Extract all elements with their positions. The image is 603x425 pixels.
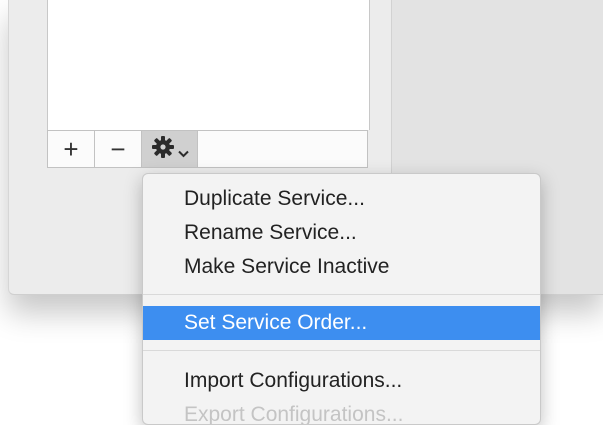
menu-item-export-configurations: Export Configurations...: [184, 403, 404, 425]
menu-separator: [143, 294, 540, 295]
remove-service-button[interactable]: −: [95, 131, 142, 167]
service-list-toolbar: + −: [47, 130, 368, 168]
service-actions-button[interactable]: [142, 131, 198, 167]
menu-item-set-service-order[interactable]: Set Service Order...: [143, 306, 540, 340]
menu-item-rename-service[interactable]: Rename Service...: [143, 216, 540, 250]
service-list[interactable]: [47, 0, 370, 130]
menu-item-import-configurations[interactable]: Import Configurations...: [143, 364, 540, 398]
chevron-down-icon: [177, 136, 189, 162]
menu-item-duplicate-service[interactable]: Duplicate Service...: [143, 182, 540, 216]
plus-icon: +: [63, 134, 79, 164]
minus-icon: −: [110, 134, 126, 164]
gear-icon: [151, 135, 175, 163]
add-service-button[interactable]: +: [48, 131, 95, 167]
menu-separator: [143, 350, 540, 351]
service-actions-menu: Duplicate Service... Rename Service... M…: [142, 173, 541, 425]
menu-item-make-service-inactive[interactable]: Make Service Inactive: [143, 250, 540, 284]
